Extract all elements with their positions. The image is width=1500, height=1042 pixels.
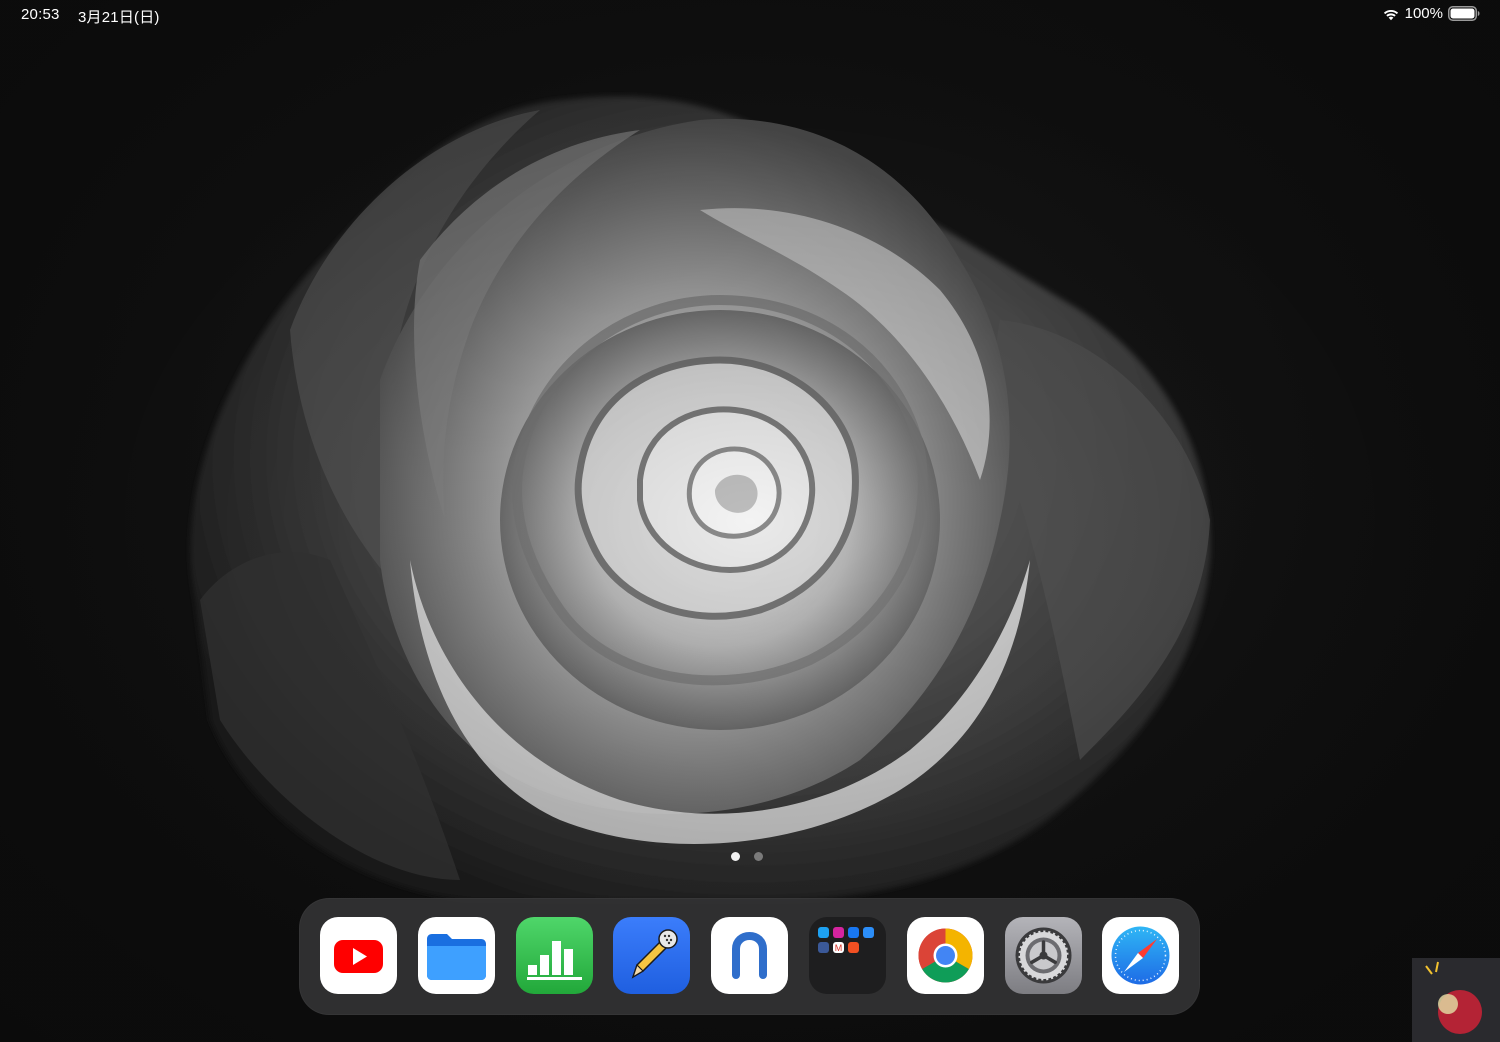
dock: M xyxy=(299,898,1200,1015)
page-dot-2[interactable] xyxy=(754,852,763,861)
battery-icon xyxy=(1448,6,1480,21)
dock-app-n[interactable] xyxy=(711,917,788,994)
dock-app-folder[interactable]: M xyxy=(809,917,886,994)
pencil-microphone-icon xyxy=(613,917,690,994)
dock-app-safari[interactable] xyxy=(1102,917,1179,994)
status-date: 3月21日(日) xyxy=(78,9,160,26)
rose-wallpaper xyxy=(0,0,1500,1042)
gear-icon xyxy=(1005,917,1082,994)
status-indicators: 100% xyxy=(1382,5,1480,22)
home-screen: 20:53 3月21日(日) 100% M xyxy=(0,0,1500,1042)
youtube-icon xyxy=(320,917,397,994)
chrome-icon xyxy=(907,917,984,994)
dock-app-youtube[interactable] xyxy=(320,917,397,994)
dock-app-numbers[interactable] xyxy=(516,917,593,994)
folder-grid-icon: M xyxy=(809,917,886,994)
battery-percent: 100% xyxy=(1404,5,1443,22)
page-dot-1[interactable] xyxy=(731,852,740,861)
folder-icon xyxy=(418,917,495,994)
n-letter-icon xyxy=(711,917,788,994)
bar-chart-icon xyxy=(516,917,593,994)
status-bar: 20:53 3月21日(日) 100% xyxy=(0,0,1500,32)
svg-text:M: M xyxy=(835,943,843,953)
compass-icon xyxy=(1102,917,1179,994)
dock-app-settings[interactable] xyxy=(1005,917,1082,994)
status-time: 20:53 xyxy=(21,6,60,23)
dock-app-files[interactable] xyxy=(418,917,495,994)
wifi-icon xyxy=(1383,9,1398,20)
dock-app-notability[interactable] xyxy=(613,917,690,994)
page-indicator[interactable] xyxy=(731,852,763,861)
dock-app-chrome[interactable] xyxy=(907,917,984,994)
corner-decoration-image xyxy=(1412,958,1500,1042)
